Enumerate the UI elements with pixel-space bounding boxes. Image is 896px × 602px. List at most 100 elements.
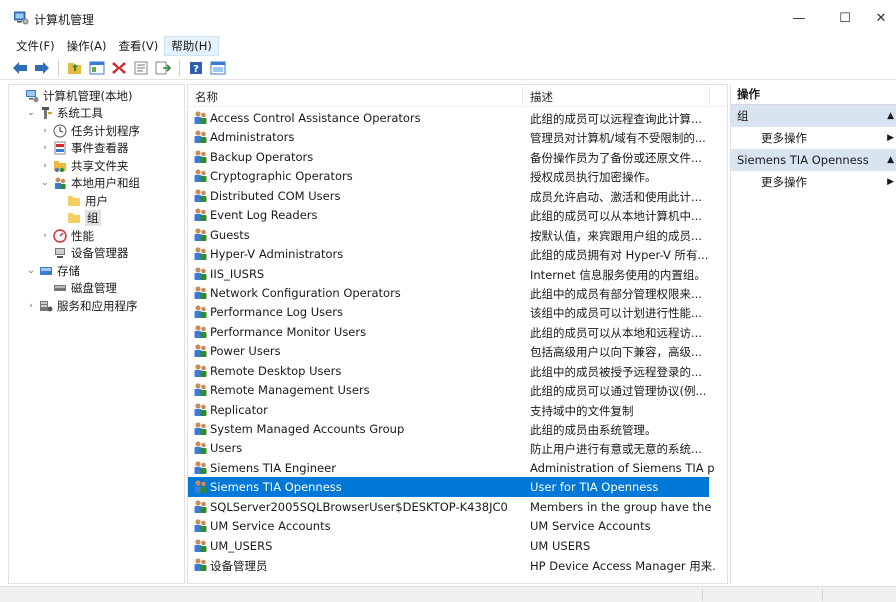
group-icon (193, 207, 208, 222)
column-header-description[interactable]: 描述 (530, 89, 553, 105)
group-name: Distributed COM Users (210, 188, 341, 203)
group-description: 该组中的成员可以计划进行性能... (530, 306, 702, 321)
table-row[interactable]: Siemens TIA Openness User for TIA Opennes… (188, 477, 709, 497)
table-row[interactable]: Users 防止用户进行有意或无意的系统... (188, 438, 727, 457)
expand-arrow-icon[interactable]: ⌄ (39, 178, 51, 188)
collapse-arrow-icon[interactable]: › (39, 143, 51, 153)
mmc-view-button[interactable] (208, 58, 228, 78)
tree-item[interactable]: 设备管理器 (9, 245, 184, 263)
menu-action[interactable]: 操作(A) (61, 36, 113, 56)
table-row[interactable]: Hyper-V Administrators 此组的成员拥有对 Hyper-V 所… (188, 244, 727, 263)
table-row[interactable]: Backup Operators 备份操作员为了备份或还原文件... (188, 147, 727, 166)
tree-item[interactable]: › 共享文件夹 (9, 157, 184, 175)
event-viewer-icon (53, 141, 67, 155)
table-row[interactable]: UM_USERS UM USERS (188, 536, 727, 555)
table-row[interactable]: System Managed Accounts Group 此组的成员由系统管理。 (188, 419, 727, 438)
table-row[interactable]: Access Control Assistance Operators 此组的成员… (188, 108, 727, 127)
back-button[interactable] (10, 58, 30, 78)
menu-file[interactable]: 文件(F) (10, 36, 61, 56)
group-description: 此组的成员拥有对 Hyper-V 所有... (530, 248, 709, 263)
expand-arrow-icon[interactable]: ⌄ (25, 108, 37, 118)
actions-section-selected-item[interactable]: Siemens TIA Openness ▲ (731, 149, 896, 171)
collapse-icon: ▲ (887, 111, 894, 121)
table-row[interactable]: Power Users 包括高级用户以向下兼容，高级... (188, 341, 727, 360)
table-row[interactable]: SQLServer2005SQLBrowserUser$DESKTOP-K438… (188, 497, 727, 516)
title-bar: 计算机管理 — ☐ ✕ (0, 0, 896, 36)
tree-item[interactable]: 磁盘管理 (9, 280, 184, 298)
group-icon (193, 382, 208, 397)
group-icon (193, 266, 208, 281)
table-row[interactable]: Performance Log Users 该组中的成员可以计划进行性能... (188, 302, 727, 321)
tree-item[interactable]: 计算机管理(本地) (9, 87, 184, 105)
table-row[interactable]: Replicator 支持域中的文件复制 (188, 400, 727, 419)
table-row[interactable]: Network Configuration Operators 此组中的成员有部分… (188, 283, 727, 302)
tree-item-label: 组 (85, 210, 101, 227)
table-row[interactable]: Distributed COM Users 成员允许启动、激活和使用此计... (188, 186, 727, 205)
group-description: 包括高级用户以向下兼容，高级... (530, 345, 702, 360)
table-row[interactable]: Siemens TIA Engineer Administration of Si… (188, 458, 727, 477)
tree-item[interactable]: 组 (9, 210, 184, 228)
list-rows: Access Control Assistance Operators 此组的成员… (188, 108, 727, 575)
column-divider[interactable] (522, 87, 523, 105)
group-name: SQLServer2005SQLBrowserUser$DESKTOP-K438… (210, 499, 508, 514)
group-description: 此组的成员可以远程查询此计算... (530, 112, 702, 126)
table-row[interactable]: Remote Desktop Users 此组中的成员被授予远程登录的... (188, 361, 727, 380)
table-row[interactable]: Remote Management Users 此组的成员可以通过管理协议(例..… (188, 380, 727, 399)
table-row[interactable]: IIS_IUSRS Internet 信息服务使用的内置组。 (188, 264, 727, 283)
collapse-arrow-icon[interactable]: › (39, 161, 51, 171)
table-row[interactable]: Event Log Readers 此组的成员可以从本地计算机中... (188, 205, 727, 224)
group-icon (193, 246, 208, 261)
forward-button[interactable] (32, 58, 52, 78)
tools-icon (39, 106, 53, 120)
table-row[interactable]: Cryptographic Operators 授权成员执行加密操作。 (188, 166, 727, 185)
export-list-button[interactable] (153, 58, 173, 78)
column-divider[interactable] (709, 87, 710, 105)
group-description: 按默认值，来宾跟用户组的成员... (530, 228, 702, 243)
table-row[interactable]: Administrators 管理员对计算机/域有不受限制的... (188, 127, 727, 146)
up-level-button[interactable] (65, 58, 85, 78)
more-actions-group[interactable]: 更多操作 ▶ (731, 127, 896, 149)
group-icon (193, 363, 208, 378)
actions-section-label: Siemens TIA Openness (737, 153, 869, 167)
tree-item[interactable]: ⌄ 存储 (9, 262, 184, 280)
group-description: Internet 信息服务使用的内置组。 (530, 267, 706, 282)
actions-section-group[interactable]: 组 ▲ (731, 105, 896, 127)
close-button[interactable]: ✕ (866, 0, 896, 36)
status-divider (822, 589, 823, 601)
group-name: UM_USERS (210, 538, 273, 553)
group-icon (193, 188, 208, 203)
tree-item-label: 任务计划程序 (71, 123, 140, 138)
group-name: Power Users (210, 344, 281, 359)
menu-view[interactable]: 查看(V) (112, 36, 164, 56)
tree-item[interactable]: › 任务计划程序 (9, 122, 184, 140)
show-hide-tree-icon (89, 61, 105, 74)
minimize-button[interactable]: — (776, 0, 822, 36)
tree-item[interactable]: › 性能 (9, 227, 184, 245)
collapse-arrow-icon[interactable]: › (39, 231, 51, 241)
tree-item[interactable]: 用户 (9, 192, 184, 210)
tree-item[interactable]: › 事件查看器 (9, 140, 184, 158)
help-button[interactable]: ? (186, 58, 206, 78)
table-row[interactable]: UM Service Accounts UM Service Accounts (188, 516, 727, 535)
expand-arrow-icon[interactable]: ⌄ (25, 266, 37, 276)
properties-button[interactable] (131, 58, 151, 78)
column-header-name[interactable]: 名称 (195, 89, 218, 105)
table-row[interactable]: 设备管理员 HP Device Access Manager 用来... (188, 555, 727, 574)
group-description: 授权成员执行加密操作。 (530, 170, 657, 185)
collapse-arrow-icon[interactable]: › (25, 301, 37, 311)
menu-help[interactable]: 帮助(H) (164, 36, 219, 56)
delete-button[interactable] (109, 58, 129, 78)
show-hide-tree-button[interactable] (87, 58, 107, 78)
maximize-button[interactable]: ☐ (822, 0, 868, 36)
tree-item[interactable]: ⌄ 本地用户和组 (9, 175, 184, 193)
group-icon (193, 149, 208, 164)
tree-item[interactable]: ⌄ 系统工具 (9, 105, 184, 123)
group-name: Remote Management Users (210, 383, 370, 398)
more-actions-item[interactable]: 更多操作 ▶ (731, 171, 896, 193)
collapse-arrow-icon[interactable]: › (39, 126, 51, 136)
group-icon (193, 168, 208, 183)
tree-item[interactable]: › 服务和应用程序 (9, 297, 184, 315)
table-row[interactable]: Guests 按默认值，来宾跟用户组的成员... (188, 225, 727, 244)
table-row[interactable]: Performance Monitor Users 此组的成员可以从本地和远程访.… (188, 322, 727, 341)
group-name: Siemens TIA Openness (210, 480, 342, 495)
